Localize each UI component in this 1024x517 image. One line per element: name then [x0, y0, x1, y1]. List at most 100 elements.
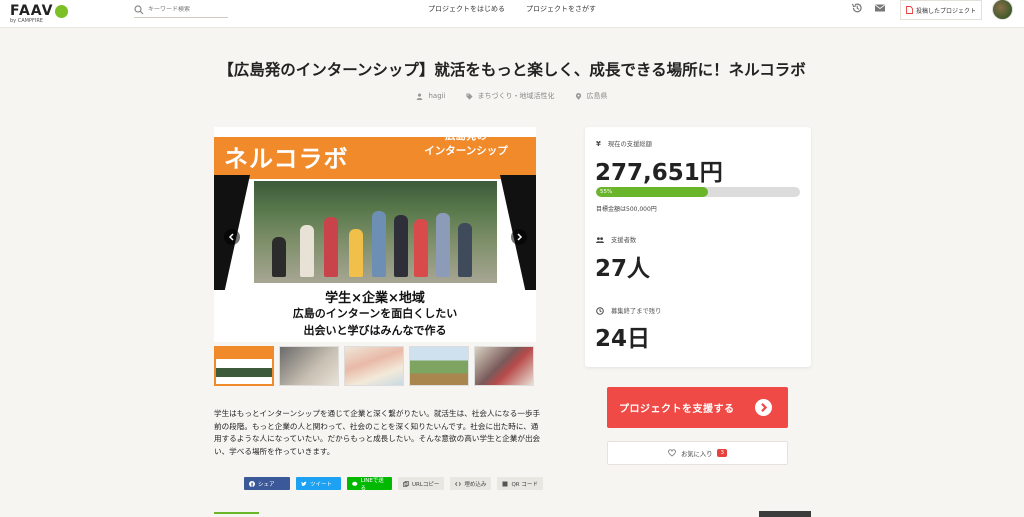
facebook-icon — [249, 480, 255, 487]
remaining-label-row: 募集終了まで残り — [596, 306, 661, 315]
clock-icon — [596, 306, 604, 315]
favorite-button[interactable]: お気に入り 3 — [607, 441, 788, 465]
funding-progress-bar: 55% — [596, 187, 800, 197]
raised-label: 現在の支援総額 — [607, 141, 652, 148]
hero-caption-1: 学生×企業×地域 — [325, 291, 425, 306]
photo-person — [372, 211, 386, 277]
users-icon — [596, 236, 604, 243]
remaining-days: 24日 — [595, 326, 651, 352]
chevron-right-icon — [517, 233, 523, 241]
qr-code-button[interactable]: QR コード — [497, 477, 543, 490]
facebook-label: シェア — [258, 481, 275, 488]
embed-label: 埋め込み — [464, 481, 487, 488]
url-copy-label: URLコピー — [412, 481, 440, 488]
photo-person — [414, 219, 428, 277]
user-avatar[interactable] — [992, 0, 1013, 20]
chevron-left-icon — [228, 233, 234, 241]
photo-person — [458, 223, 472, 277]
hero-sub-line-2: インターンシップ — [424, 145, 508, 157]
support-button-label: プロジェクトを支援する — [619, 404, 735, 415]
category-name: まちづくり・地域活性化 — [477, 92, 555, 100]
arrow-circle-right-icon — [755, 399, 772, 416]
qr-code-icon — [502, 481, 508, 486]
search-icon[interactable] — [134, 4, 144, 15]
hero-caption-2: 広島のインターンを面白くしたい — [292, 307, 458, 320]
remaining-label: 募集終了まで残り — [611, 308, 662, 315]
heart-icon — [668, 449, 676, 457]
goal-amount: 目標金額は500,000円 — [596, 206, 657, 213]
project-main-image: ネルコラボ 広島発の インターンシップ 学生×企業×地域 広島のインターンを面白… — [214, 127, 536, 342]
yen-icon: ¥ — [596, 139, 601, 148]
hero-group-photo — [254, 181, 497, 283]
thumbnail[interactable] — [474, 346, 534, 386]
search-input[interactable] — [148, 6, 226, 13]
owner-name: hagii — [428, 92, 446, 100]
top-header: FAAV by CAMPFIRE プロジェクトをはじめる プロジェクトをさがす … — [0, 0, 1024, 28]
location-name: 広島県 — [586, 92, 608, 100]
meta-location[interactable]: 広島県 — [575, 91, 608, 101]
active-tab-indicator — [214, 512, 259, 514]
mail-icon[interactable] — [874, 2, 886, 14]
my-projects-button[interactable]: 投稿したプロジェクト — [900, 0, 982, 20]
line-label: LINEで送る — [360, 477, 384, 492]
meta-category[interactable]: まちづくり・地域活性化 — [465, 91, 555, 101]
bottom-tab-edge[interactable] — [759, 511, 811, 517]
code-icon — [455, 481, 462, 486]
photo-person — [436, 213, 450, 277]
twitter-label: ツイート — [310, 481, 333, 488]
photo-person — [394, 215, 408, 277]
copy-icon — [403, 480, 409, 487]
image-thumbnails — [214, 346, 536, 388]
document-icon — [906, 6, 913, 14]
support-project-button[interactable]: プロジェクトを支援する — [607, 387, 788, 428]
hero-main-text: ネルコラボ — [224, 145, 349, 173]
funding-progress-fill — [596, 187, 709, 197]
funding-stats-panel: ¥ 現在の支援総額 277,651円 55% 目標金額は500,000円 支援者… — [585, 127, 811, 367]
qr-code-label: QR コード — [511, 481, 538, 488]
thumbnail[interactable] — [279, 346, 339, 386]
photo-person — [349, 229, 363, 277]
share-bar: シェア ツイート LINEで送る URLコピー 埋め込み QR コード — [244, 477, 543, 492]
favorite-count-badge: 3 — [717, 449, 727, 457]
thumbnail[interactable] — [344, 346, 404, 386]
logo-o-circle — [54, 4, 68, 18]
url-copy-button[interactable]: URLコピー — [398, 477, 445, 490]
line-icon — [352, 481, 358, 486]
nav-find-project[interactable]: プロジェクトをさがす — [526, 4, 596, 14]
photo-person — [272, 237, 286, 277]
nav-start-project[interactable]: プロジェクトをはじめる — [428, 4, 505, 14]
photo-person — [300, 225, 314, 277]
funding-progress-percent: 55% — [600, 189, 613, 195]
line-share-button[interactable]: LINEで送る — [347, 477, 392, 492]
carousel-next-button[interactable] — [511, 229, 527, 245]
hero-sub-text: 広島発の インターンシップ — [402, 129, 530, 159]
meta-owner[interactable]: hagii — [416, 91, 446, 101]
history-icon[interactable] — [851, 2, 863, 14]
my-projects-label: 投稿したプロジェクト — [915, 7, 976, 15]
twitter-icon — [301, 481, 307, 486]
project-meta: hagii まちづくり・地域活性化 広島県 — [0, 91, 1024, 101]
logo-subtitle: by CAMPFIRE — [10, 18, 43, 24]
project-description: 学生はもっとインターンシップを通じて企業と深く繋がりたい。就活生は、社会人になる… — [214, 409, 541, 456]
hero-caption-3: 出会いと学びはみんなで作る — [303, 324, 447, 337]
backers-label: 支援者数 — [611, 237, 637, 244]
thumbnail[interactable] — [409, 346, 469, 386]
raised-label-row: ¥ 現在の支援総額 — [596, 139, 652, 149]
search-box[interactable] — [134, 2, 228, 18]
backers-label-row: 支援者数 — [596, 235, 636, 244]
raised-amount: 277,651円 — [595, 160, 723, 186]
tag-icon — [465, 92, 473, 100]
carousel-prev-button[interactable] — [224, 229, 240, 245]
facebook-share-button[interactable]: シェア — [244, 477, 290, 490]
location-pin-icon — [575, 92, 581, 100]
project-title: 【広島発のインターンシップ】就活をもっと楽しく、成長できる場所に！ネルコラボ — [218, 61, 806, 79]
twitter-share-button[interactable]: ツイート — [296, 477, 341, 490]
embed-button[interactable]: 埋め込み — [450, 477, 492, 490]
thumbnail[interactable] — [214, 346, 274, 386]
favorite-label: お気に入り — [681, 450, 713, 458]
user-icon — [417, 93, 423, 100]
faavo-logo[interactable]: FAAV by CAMPFIRE — [10, 3, 68, 24]
photo-person — [324, 217, 338, 277]
logo-wordmark: FAAV — [10, 3, 54, 19]
logo-text: FAAV — [10, 3, 68, 19]
